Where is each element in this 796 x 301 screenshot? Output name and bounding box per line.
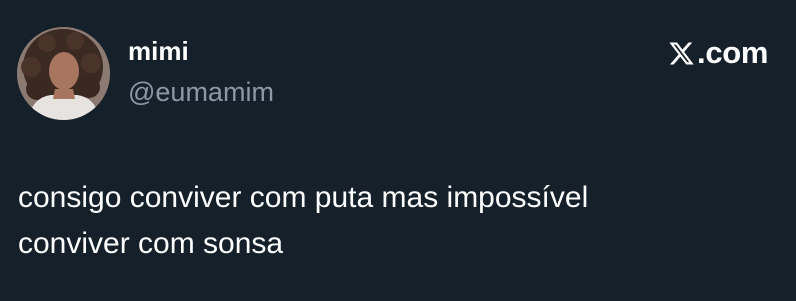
author-display-name[interactable]: mimi [128,36,189,66]
avatar[interactable] [17,27,110,120]
tweet-text: consigo conviver com puta mas impossível… [18,181,589,260]
author-handle[interactable]: @eumamim [128,76,274,108]
user-avatar-image [17,27,110,120]
x-logo-icon [669,42,694,64]
x-brand: .com [668,34,768,72]
brand-domain-text: .com [697,35,769,70]
tweet-card: mimi @eumamim .com consigo conviver com … [0,0,796,301]
